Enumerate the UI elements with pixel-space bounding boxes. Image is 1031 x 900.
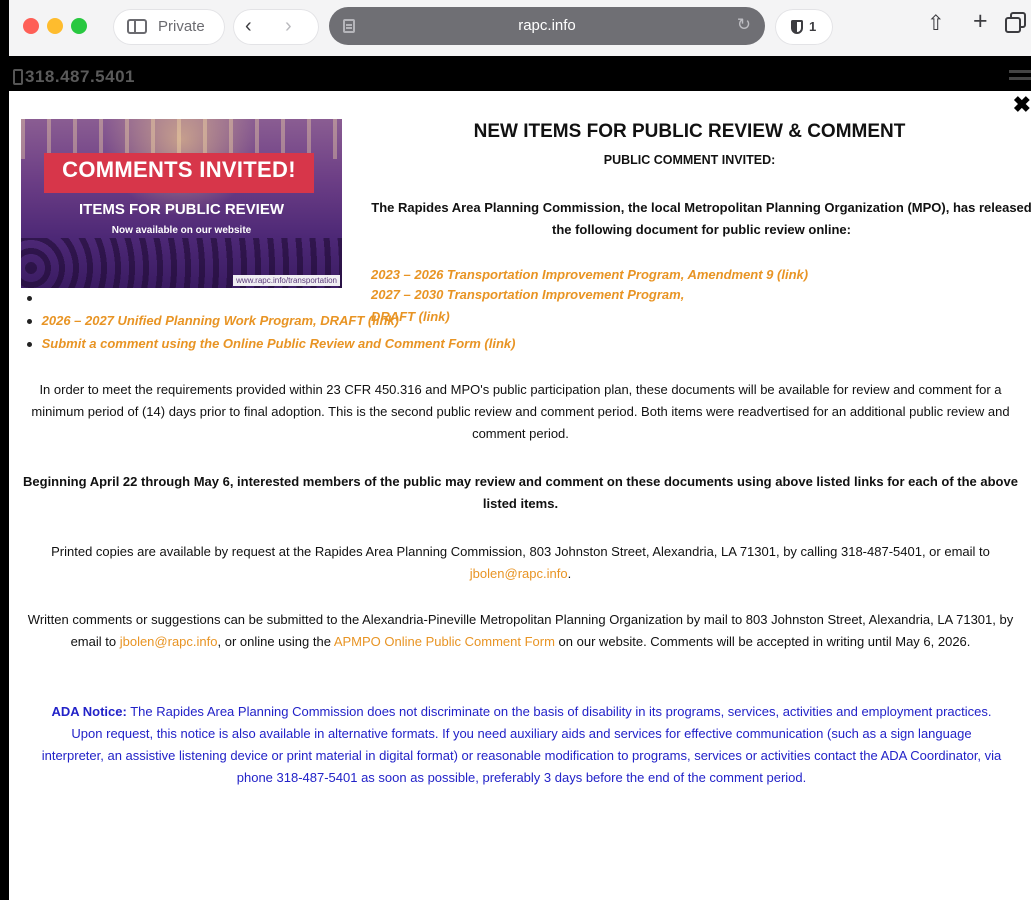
share-icon[interactable]: ⇧ bbox=[927, 12, 945, 36]
ada-label: ADA Notice: bbox=[51, 704, 127, 719]
site-top-bar: 318.487.5401 bbox=[9, 56, 1031, 91]
close-window-button[interactable] bbox=[23, 18, 39, 34]
email-link[interactable]: jbolen@rapc.info bbox=[120, 634, 218, 649]
list-item: 2023 – 2026 Transportation Improvement P… bbox=[371, 264, 808, 286]
printed-end: . bbox=[567, 566, 572, 581]
banner-url: www.rapc.info/transportation bbox=[233, 275, 340, 286]
dates-paragraph: Beginning April 22 through May 6, intere… bbox=[23, 474, 1018, 511]
menu-icon[interactable] bbox=[1009, 70, 1031, 84]
written-text: on our website. Comments will be accepte… bbox=[554, 634, 971, 649]
tracker-count: 1 bbox=[809, 19, 817, 34]
list-item: Submit a comment using the Online Public… bbox=[27, 333, 515, 355]
upwp-draft-link[interactable]: 2026 – 2027 Unified Planning Work Progra… bbox=[42, 313, 399, 328]
zoom-window-button[interactable] bbox=[71, 18, 87, 34]
public-review-modal: ✖ COMMENTS INVITED! ITEMS FOR PUBLIC REV… bbox=[9, 91, 1031, 900]
reload-icon[interactable]: ↻ bbox=[737, 15, 751, 35]
back-icon[interactable]: ‹ bbox=[245, 15, 252, 37]
sidebar-icon[interactable] bbox=[127, 19, 147, 34]
phone-icon bbox=[13, 69, 23, 85]
written-text: , or online using the bbox=[217, 634, 334, 649]
ada-text: The Rapides Area Planning Commission doe… bbox=[41, 704, 1002, 785]
privacy-report-pill[interactable]: 1 bbox=[775, 9, 833, 45]
tab-overview-icon[interactable] bbox=[1005, 12, 1026, 33]
private-tab-pill[interactable]: Private bbox=[113, 9, 225, 45]
address-bar[interactable]: rapc.info ↻ bbox=[329, 7, 765, 45]
private-label: Private bbox=[158, 18, 205, 35]
close-icon[interactable]: ✖ bbox=[1013, 94, 1031, 116]
tip-draft-link[interactable]: 2027 – 2030 Transportation Improvement P… bbox=[371, 284, 727, 328]
modal-intro: The Rapides Area Planning Commission, th… bbox=[371, 200, 1031, 237]
banner-tagline: Now available on our website bbox=[111, 225, 252, 236]
written-comments-paragraph: Written comments or suggestions can be s… bbox=[18, 609, 1023, 653]
modal-subheading: PUBLIC COMMENT INVITED: bbox=[603, 153, 776, 167]
screen-frame: Private ‹ › rapc.info ↻ 1 ⇧ + 318.487.54… bbox=[0, 0, 1031, 900]
list-item: 2026 – 2027 Unified Planning Work Progra… bbox=[27, 310, 399, 332]
printed-text: Printed copies are available by request … bbox=[51, 544, 990, 559]
ada-notice: ADA Notice: The Rapides Area Planning Co… bbox=[39, 701, 1004, 789]
comment-form-link[interactable]: Submit a comment using the Online Public… bbox=[42, 336, 516, 351]
new-tab-icon[interactable]: + bbox=[973, 9, 988, 34]
site-phone-number[interactable]: 318.487.5401 bbox=[25, 67, 135, 87]
tip-amendment-link[interactable]: 2023 – 2026 Transportation Improvement P… bbox=[371, 267, 808, 282]
banner-subtitle: ITEMS FOR PUBLIC REVIEW bbox=[78, 201, 284, 218]
comments-invited-banner: COMMENTS INVITED! ITEMS FOR PUBLIC REVIE… bbox=[21, 119, 342, 288]
bullet bbox=[27, 342, 32, 348]
shield-icon bbox=[791, 20, 803, 34]
online-comment-form-link[interactable]: APMPO Online Public Comment Form bbox=[334, 634, 555, 649]
list-item: 2027 – 2030 Transportation Improvement P… bbox=[27, 287, 727, 324]
email-link[interactable]: jbolen@rapc.info bbox=[470, 566, 568, 581]
bullet bbox=[27, 296, 32, 302]
address-text[interactable]: rapc.info bbox=[329, 17, 765, 34]
forward-icon[interactable]: › bbox=[285, 15, 292, 37]
bullet bbox=[27, 319, 32, 325]
banner-title: COMMENTS INVITED! bbox=[62, 157, 296, 182]
navigation-pill: ‹ › bbox=[233, 9, 319, 45]
minimize-window-button[interactable] bbox=[47, 18, 63, 34]
requirements-paragraph: In order to meet the requirements provid… bbox=[31, 382, 1010, 441]
printed-copies-paragraph: Printed copies are available by request … bbox=[18, 541, 1023, 585]
modal-heading: NEW ITEMS FOR PUBLIC REVIEW & COMMENT bbox=[473, 121, 906, 142]
browser-toolbar: Private ‹ › rapc.info ↻ 1 ⇧ + bbox=[9, 0, 1031, 56]
